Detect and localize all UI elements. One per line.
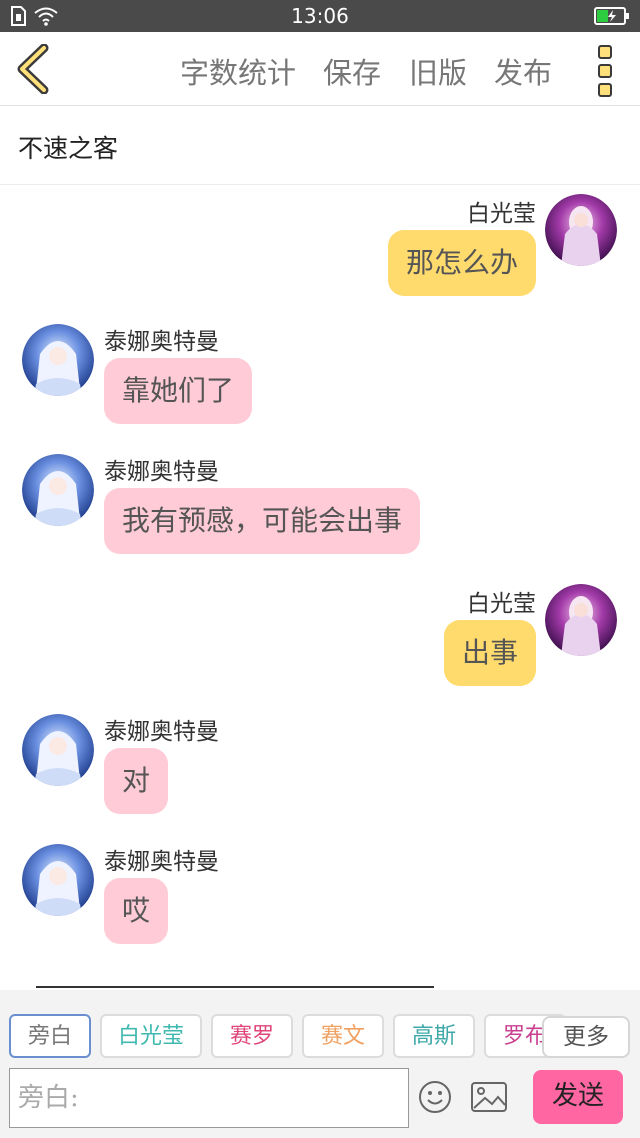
chat-message: 泰娜奥特曼 哎 <box>0 834 640 954</box>
top-nav-bar: 字数统计 保存 旧版 发布 <box>0 32 640 106</box>
chat-message: 泰娜奥特曼 我有预感，可能会出事 <box>0 444 640 564</box>
story-title[interactable]: 不速之客 <box>18 129 118 165</box>
sender-name: 白光莹 <box>467 591 536 617</box>
sender-name: 泰娜奥特曼 <box>104 849 219 875</box>
three-dots-vertical-icon <box>590 45 620 97</box>
chevron-left-icon <box>17 43 49 95</box>
avatar[interactable] <box>22 454 94 526</box>
chat-message: 泰娜奥特曼 靠她们了 <box>0 314 640 434</box>
status-bar: 13:06 <box>0 0 640 32</box>
chat-message: 泰娜奥特曼 对 <box>0 704 640 824</box>
save-button[interactable]: 保存 <box>323 50 381 92</box>
battery-charging-icon <box>594 7 629 25</box>
publish-button[interactable]: 发布 <box>494 50 552 92</box>
message-bubble[interactable]: 对 <box>104 748 169 814</box>
composer-panel: 旁白 白光莹 赛罗 赛文 高斯 罗布 更多 旁白: 发送 <box>0 990 640 1138</box>
character-chip[interactable]: 高斯 <box>393 1014 475 1058</box>
back-button[interactable] <box>14 43 54 95</box>
character-chip[interactable]: 赛罗 <box>211 1014 293 1058</box>
smiley-icon <box>419 1081 451 1113</box>
message-bubble[interactable]: 靠她们了 <box>104 358 253 424</box>
message-bubble[interactable]: 哎 <box>104 878 169 944</box>
message-input[interactable]: 旁白: <box>9 1068 409 1128</box>
avatar[interactable] <box>22 844 94 916</box>
chat-message: 白光莹 出事 <box>0 576 640 696</box>
story-title-bar: 不速之客 <box>0 107 640 185</box>
message-bubble[interactable]: 出事 <box>443 620 536 686</box>
character-chip-narrator[interactable]: 旁白 <box>9 1014 91 1058</box>
sender-name: 泰娜奥特曼 <box>104 719 219 745</box>
scroll-divider <box>36 986 434 988</box>
status-time: 13:06 <box>291 4 349 28</box>
sender-name: 泰娜奥特曼 <box>104 329 219 355</box>
character-chip[interactable]: 赛文 <box>302 1014 384 1058</box>
chat-message: 白光莹 那怎么办 <box>0 186 640 306</box>
sender-name: 泰娜奥特曼 <box>104 459 219 485</box>
insert-image-button[interactable] <box>470 1080 508 1114</box>
message-bubble[interactable]: 我有预感，可能会出事 <box>104 488 421 554</box>
old-version-button[interactable]: 旧版 <box>409 50 467 92</box>
avatar[interactable] <box>22 324 94 396</box>
avatar[interactable] <box>545 194 617 266</box>
character-chip[interactable]: 白光莹 <box>100 1014 202 1058</box>
avatar[interactable] <box>545 584 617 656</box>
emoji-button[interactable] <box>418 1080 452 1114</box>
chat-list: 白光莹 那怎么办 泰娜奥特曼 靠她们了 泰娜奥特曼 我有预感，可能会出事 白光莹… <box>0 186 640 986</box>
sender-name: 白光莹 <box>467 201 536 227</box>
word-count-button[interactable]: 字数统计 <box>180 50 296 92</box>
avatar[interactable] <box>22 714 94 786</box>
more-characters-button[interactable]: 更多 <box>542 1016 630 1058</box>
message-bubble[interactable]: 那怎么办 <box>387 230 536 296</box>
image-icon <box>471 1082 507 1112</box>
send-button[interactable]: 发送 <box>533 1070 623 1124</box>
more-menu-button[interactable] <box>590 42 620 98</box>
